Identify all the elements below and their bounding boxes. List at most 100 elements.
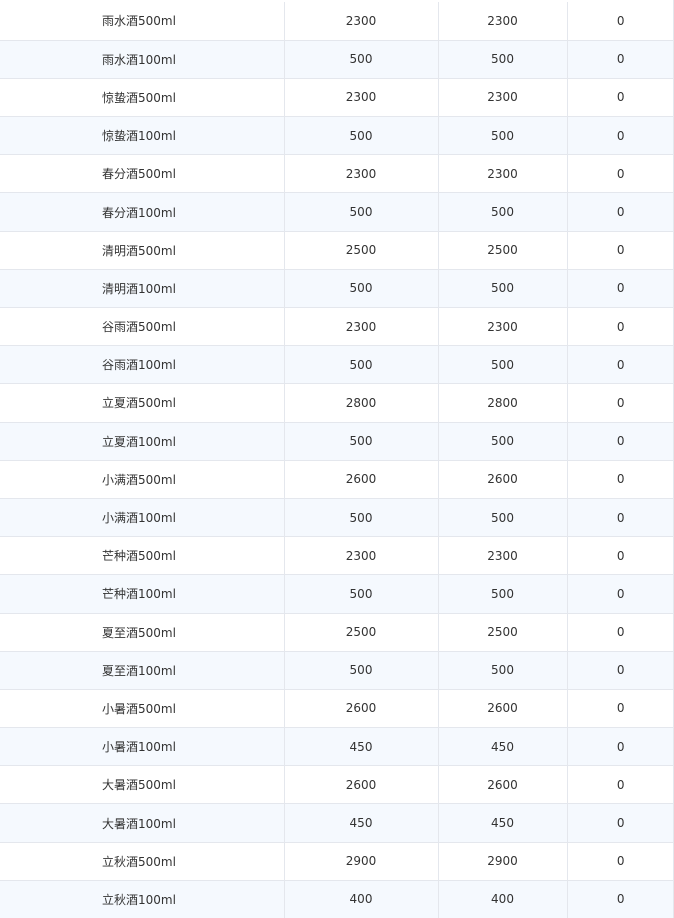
table-row[interactable]: 小满酒500ml 2600 2600 0 [0,460,673,499]
cell-product-name: 大暑酒500ml [0,765,285,805]
table-row[interactable]: 立秋酒100ml 400 400 0 [0,880,673,918]
cell-quantity-c: 0 [567,574,673,614]
cell-quantity-a: 500 [284,422,439,461]
cell-quantity-c: 0 [567,536,673,576]
cell-product-name: 春分酒100ml [0,192,285,232]
cell-quantity-c: 0 [567,842,673,881]
cell-quantity-a: 500 [284,40,439,79]
cell-quantity-c: 0 [567,192,673,232]
cell-quantity-a: 2300 [284,307,439,347]
table-row[interactable]: 小暑酒500ml 2600 2600 0 [0,689,673,729]
cell-quantity-c: 0 [567,78,673,118]
table-row[interactable]: 春分酒100ml 500 500 0 [0,192,673,232]
cell-quantity-a: 2300 [284,536,439,576]
cell-quantity-b: 2500 [438,613,568,652]
table-row[interactable]: 雨水酒100ml 500 500 0 [0,40,673,79]
cell-quantity-b: 2300 [438,154,568,194]
table-row[interactable]: 立夏酒100ml 500 500 0 [0,422,673,461]
table-row[interactable]: 夏至酒500ml 2500 2500 0 [0,613,673,652]
cell-quantity-c: 0 [567,40,673,79]
cell-product-name: 芒种酒500ml [0,536,285,576]
cell-product-name: 夏至酒500ml [0,613,285,652]
cell-quantity-b: 500 [438,269,568,309]
cell-quantity-c: 0 [567,307,673,347]
table-row[interactable]: 立夏酒500ml 2800 2800 0 [0,383,673,423]
cell-quantity-b: 2800 [438,383,568,423]
table-row[interactable]: 大暑酒100ml 450 450 0 [0,803,673,843]
inventory-table-body: 雨水酒500ml 2300 2300 0 雨水酒100ml 500 500 0 惊蛰酒500ml… [0,2,673,918]
cell-quantity-b: 500 [438,574,568,614]
table-row[interactable]: 雨水酒500ml 2300 2300 0 [0,2,673,41]
cell-quantity-a: 500 [284,574,439,614]
cell-quantity-b: 500 [438,116,568,156]
cell-quantity-b: 2900 [438,842,568,881]
table-row[interactable]: 芒种酒100ml 500 500 0 [0,574,673,614]
cell-quantity-a: 2500 [284,613,439,652]
table-row[interactable]: 芒种酒500ml 2300 2300 0 [0,536,673,576]
cell-quantity-a: 500 [284,345,439,385]
cell-quantity-c: 0 [567,460,673,499]
cell-quantity-b: 500 [438,40,568,79]
cell-quantity-b: 2300 [438,307,568,347]
cell-quantity-c: 0 [567,345,673,385]
cell-quantity-a: 450 [284,727,439,767]
cell-quantity-b: 2500 [438,231,568,270]
table-row[interactable]: 惊蛰酒100ml 500 500 0 [0,116,673,156]
cell-quantity-c: 0 [567,613,673,652]
cell-quantity-a: 450 [284,803,439,843]
cell-quantity-a: 2600 [284,460,439,499]
cell-quantity-b: 2300 [438,536,568,576]
cell-quantity-a: 2900 [284,842,439,881]
cell-quantity-c: 0 [567,727,673,767]
cell-quantity-c: 0 [567,2,673,41]
table-row[interactable]: 春分酒500ml 2300 2300 0 [0,154,673,194]
cell-quantity-a: 500 [284,269,439,309]
table-row[interactable]: 大暑酒500ml 2600 2600 0 [0,765,673,805]
cell-product-name: 大暑酒100ml [0,803,285,843]
cell-quantity-a: 500 [284,192,439,232]
cell-quantity-a: 400 [284,880,439,918]
cell-product-name: 立夏酒100ml [0,422,285,461]
table-row[interactable]: 夏至酒100ml 500 500 0 [0,651,673,690]
cell-quantity-b: 500 [438,345,568,385]
cell-product-name: 惊蛰酒500ml [0,78,285,118]
cell-product-name: 夏至酒100ml [0,651,285,690]
cell-quantity-c: 0 [567,765,673,805]
inventory-table: 雨水酒500ml 2300 2300 0 雨水酒100ml 500 500 0 惊蛰酒500ml… [0,0,674,918]
table-row[interactable]: 清明酒100ml 500 500 0 [0,269,673,309]
cell-product-name: 清明酒100ml [0,269,285,309]
table-row[interactable]: 小满酒100ml 500 500 0 [0,498,673,538]
cell-quantity-a: 2600 [284,689,439,729]
cell-quantity-c: 0 [567,422,673,461]
table-row[interactable]: 谷雨酒500ml 2300 2300 0 [0,307,673,347]
cell-quantity-b: 450 [438,727,568,767]
cell-product-name: 立夏酒500ml [0,383,285,423]
cell-quantity-a: 500 [284,116,439,156]
cell-product-name: 清明酒500ml [0,231,285,270]
table-row[interactable]: 惊蛰酒500ml 2300 2300 0 [0,78,673,118]
cell-quantity-c: 0 [567,803,673,843]
cell-product-name: 立秋酒100ml [0,880,285,918]
cell-quantity-b: 2600 [438,765,568,805]
cell-quantity-b: 500 [438,422,568,461]
cell-quantity-a: 2600 [284,765,439,805]
cell-product-name: 小满酒100ml [0,498,285,538]
cell-quantity-c: 0 [567,651,673,690]
cell-quantity-b: 2600 [438,460,568,499]
table-row[interactable]: 小暑酒100ml 450 450 0 [0,727,673,767]
table-row[interactable]: 立秋酒500ml 2900 2900 0 [0,842,673,881]
cell-product-name: 谷雨酒100ml [0,345,285,385]
cell-quantity-c: 0 [567,154,673,194]
table-row[interactable]: 清明酒500ml 2500 2500 0 [0,231,673,270]
cell-quantity-b: 2300 [438,78,568,118]
cell-quantity-b: 2300 [438,2,568,41]
cell-quantity-c: 0 [567,116,673,156]
table-row[interactable]: 谷雨酒100ml 500 500 0 [0,345,673,385]
cell-quantity-b: 400 [438,880,568,918]
cell-quantity-a: 2300 [284,2,439,41]
cell-quantity-b: 500 [438,651,568,690]
cell-product-name: 立秋酒500ml [0,842,285,881]
cell-quantity-a: 500 [284,498,439,538]
cell-product-name: 芒种酒100ml [0,574,285,614]
cell-quantity-a: 500 [284,651,439,690]
